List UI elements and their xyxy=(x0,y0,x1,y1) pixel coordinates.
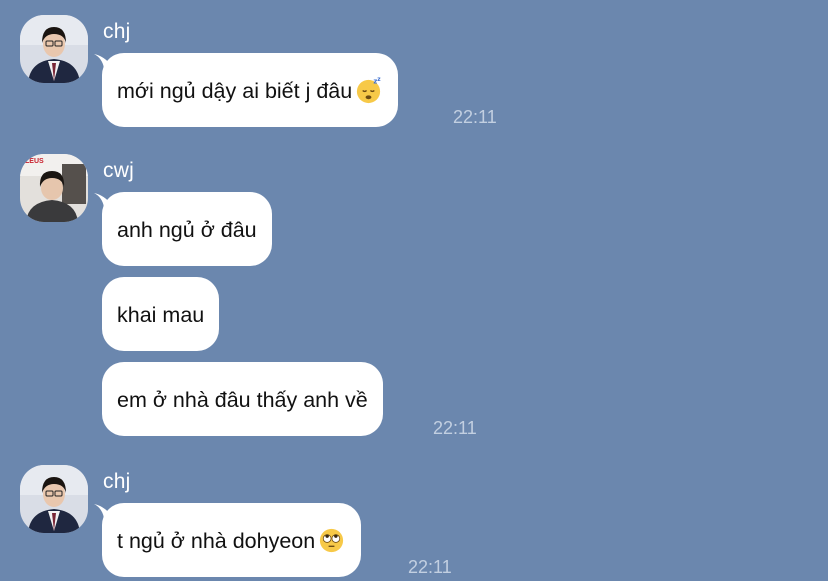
profile-photo-icon xyxy=(20,15,88,83)
profile-photo-icon xyxy=(20,465,88,533)
message-text: t ngủ ở nhà dohyeon xyxy=(117,529,316,554)
message-timestamp: 22:11 xyxy=(453,107,497,127)
message-bubble[interactable]: mới ngủ dậy ai biết j đâu z z xyxy=(102,53,399,127)
avatar-chj[interactable] xyxy=(20,465,88,533)
svg-text:z: z xyxy=(377,77,381,83)
sender-name: cwj xyxy=(103,159,134,182)
zeus-logo-text: ZEUS xyxy=(25,158,44,165)
message-text: mới ngủ dậy ai biết j đâu xyxy=(117,79,353,104)
message-timestamp: 22:11 xyxy=(433,418,477,438)
message-text: khai mau xyxy=(117,303,205,328)
avatar-chj[interactable] xyxy=(20,15,88,83)
sender-name: chj xyxy=(103,470,131,493)
message-bubble[interactable]: khai mau xyxy=(102,277,220,351)
sleeping-face-emoji-icon: z z xyxy=(357,77,381,103)
message-bubble[interactable]: t ngủ ở nhà dohyeon xyxy=(102,503,362,577)
message-text: anh ngủ ở đâu xyxy=(117,218,257,243)
message-timestamp: 22:11 xyxy=(408,557,452,577)
avatar-cwj[interactable]: ZEUS xyxy=(20,154,88,222)
profile-photo-icon: ZEUS xyxy=(20,154,88,222)
message-bubble[interactable]: em ở nhà đâu thấy anh về xyxy=(102,362,383,436)
sender-name: chj xyxy=(103,20,131,43)
message-text: em ở nhà đâu thấy anh về xyxy=(117,388,368,413)
message-bubble[interactable]: anh ngủ ở đâu xyxy=(102,192,272,266)
face-with-rolling-eyes-emoji-icon xyxy=(320,528,344,552)
